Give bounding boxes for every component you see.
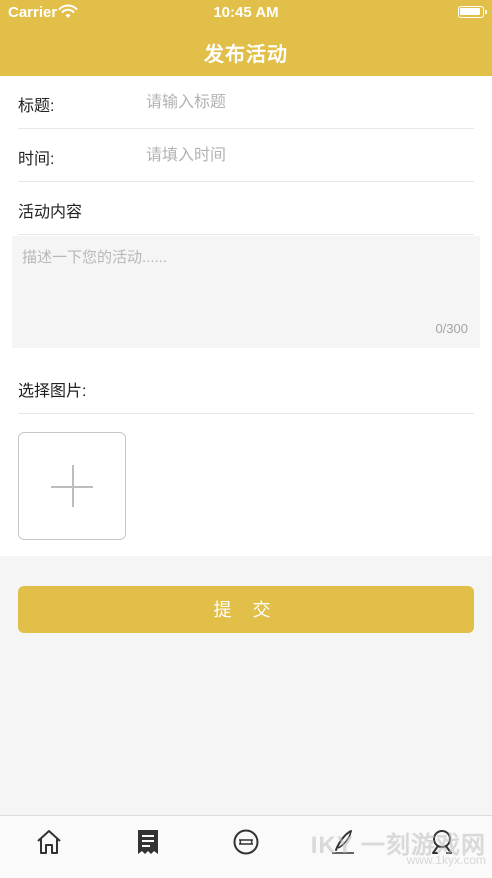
list-icon	[138, 830, 158, 854]
activity-form: 标题: 时间: 活动内容 0/300 选择图片:	[0, 76, 492, 556]
chat-icon	[233, 829, 259, 855]
content-box: 0/300	[12, 236, 480, 348]
image-label: 选择图片:	[18, 383, 87, 400]
image-row: 选择图片:	[18, 361, 474, 414]
title-label: 标题:	[18, 98, 55, 115]
header-bar: Carrier 10:45 AM 发布活动	[0, 0, 492, 76]
add-image-button[interactable]	[18, 432, 126, 540]
time-label: 时间:	[18, 151, 55, 168]
page-title: 发布活动	[204, 44, 288, 66]
time-input[interactable]	[144, 139, 448, 173]
submit-button[interactable]: 提 交	[18, 586, 474, 633]
char-counter: 0/300	[435, 321, 468, 336]
tab-list[interactable]	[128, 824, 168, 860]
content-row: 活动内容	[18, 182, 474, 235]
status-bar: Carrier 10:45 AM	[0, 0, 492, 26]
tab-home[interactable]	[29, 824, 69, 860]
title-input[interactable]	[144, 86, 448, 120]
status-time: 10:45 AM	[213, 4, 279, 21]
battery-icon	[458, 6, 487, 18]
tab-bar: IKY 一刻游戏网 www.1kyx.com	[0, 815, 492, 878]
tab-chat[interactable]	[226, 824, 266, 860]
content-label: 活动内容	[18, 204, 83, 221]
content-textarea[interactable]	[12, 236, 480, 348]
title-row: 标题:	[18, 76, 474, 129]
watermark-url: www.1kyx.com	[406, 853, 486, 867]
watermark: IKY 一刻游戏网 www.1kyx.com	[311, 825, 486, 867]
home-icon	[37, 830, 61, 854]
time-row: 时间:	[18, 129, 474, 182]
